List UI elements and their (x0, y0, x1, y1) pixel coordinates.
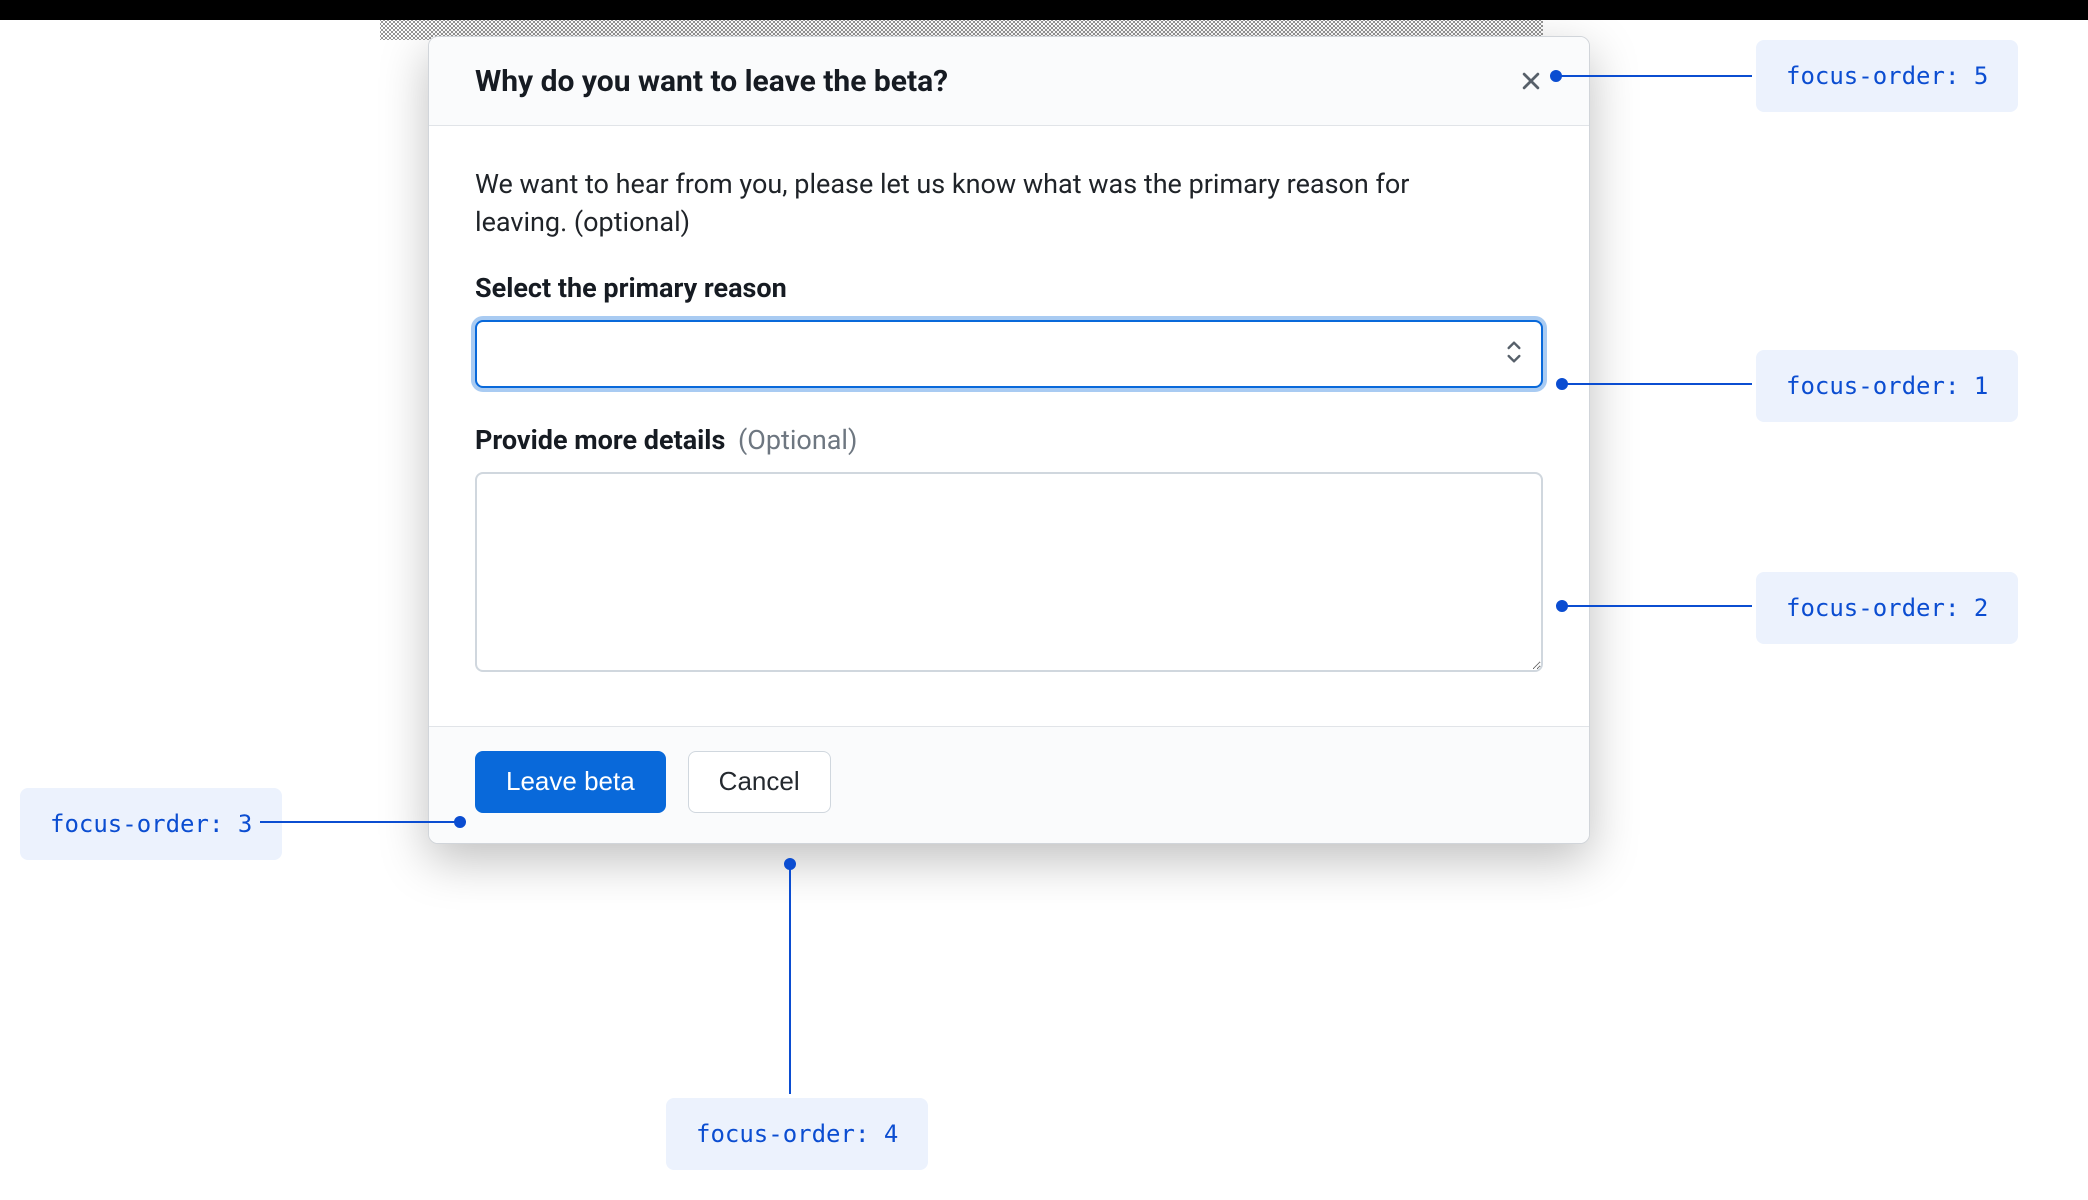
annotation-focus-order-1: focus-order: 1 (1756, 350, 2018, 422)
dialog-body: We want to hear from you, please let us … (429, 126, 1589, 726)
annotation-canvas: Why do you want to leave the beta? We wa… (0, 0, 2088, 1200)
annotation-focus-order-5: focus-order: 5 (1756, 40, 2018, 112)
reason-select[interactable] (475, 320, 1543, 388)
annotation-focus-order-2: focus-order: 2 (1756, 572, 2018, 644)
connector-fo4 (785, 859, 795, 1094)
leave-beta-dialog: Why do you want to leave the beta? We wa… (428, 36, 1590, 844)
close-button[interactable] (1513, 63, 1549, 99)
details-textarea[interactable] (475, 472, 1543, 672)
leave-beta-button[interactable]: Leave beta (475, 751, 666, 813)
dialog-intro-text: We want to hear from you, please let us … (475, 166, 1495, 242)
details-label: Provide more details (Optional) (475, 424, 1543, 456)
dialog-title: Why do you want to leave the beta? (475, 64, 948, 99)
dialog-header: Why do you want to leave the beta? (429, 37, 1589, 126)
annotation-focus-order-4: focus-order: 4 (666, 1098, 928, 1170)
annotation-focus-order-3: focus-order: 3 (20, 788, 282, 860)
close-icon (1520, 70, 1542, 92)
details-label-text: Provide more details (475, 424, 725, 456)
reason-select-wrap (475, 320, 1543, 388)
details-optional-text: (Optional) (738, 424, 857, 456)
cancel-button[interactable]: Cancel (688, 751, 831, 813)
top-black-band (0, 0, 2088, 20)
dialog-footer: Leave beta Cancel (429, 726, 1589, 843)
reason-label: Select the primary reason (475, 272, 1543, 304)
